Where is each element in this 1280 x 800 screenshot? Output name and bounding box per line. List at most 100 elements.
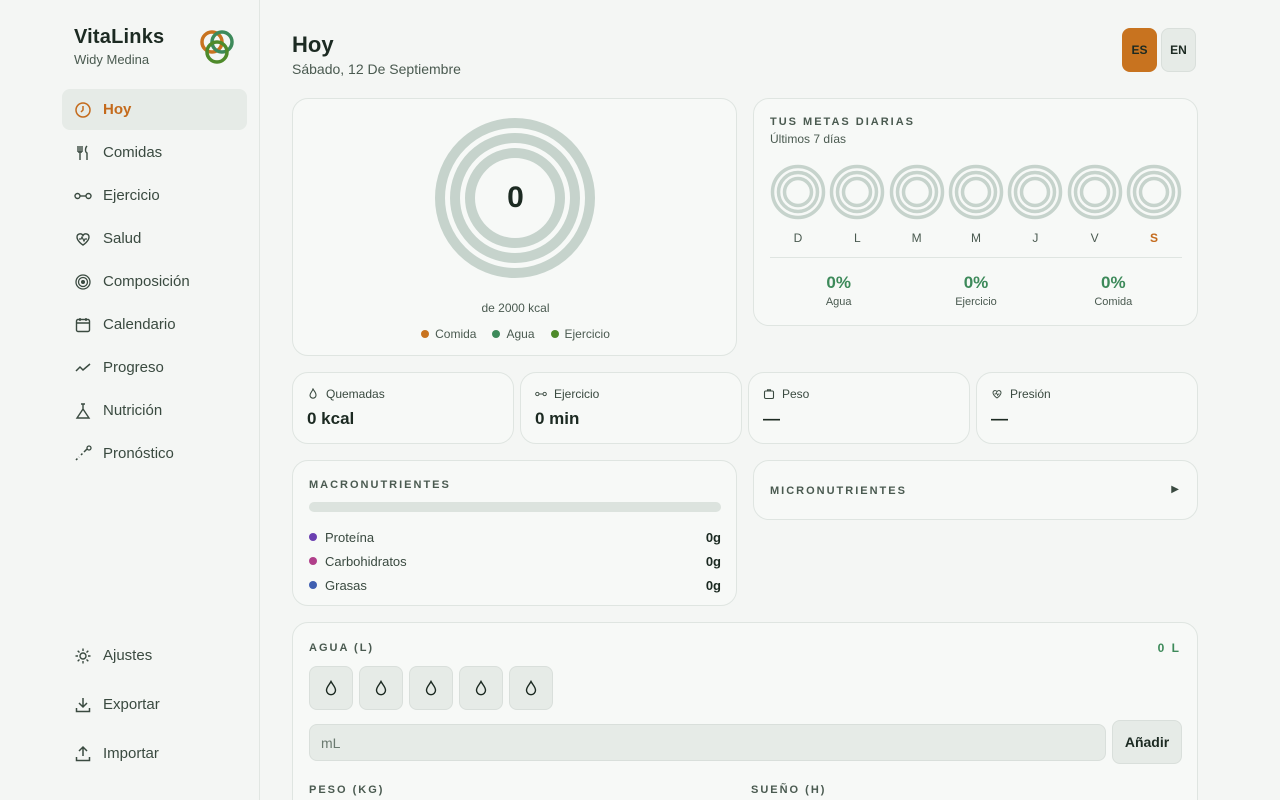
day-ring: J	[1007, 164, 1063, 245]
goal-stat: 0% Comida	[1045, 273, 1182, 308]
legend-item: Ejercicio	[550, 327, 610, 341]
water-cup-button[interactable]	[309, 666, 353, 710]
nav-item-label: Salud	[103, 230, 142, 247]
clock-icon	[74, 101, 92, 119]
day-rings-icon	[1067, 164, 1122, 220]
dumbbell-icon	[535, 388, 554, 400]
stat-value: —	[991, 409, 1008, 428]
goal-percent: 0%	[963, 273, 989, 292]
nav-item-composicion[interactable]: Composición	[62, 261, 247, 302]
nav-item-salud[interactable]: Salud	[62, 218, 247, 259]
flask-icon	[74, 402, 92, 420]
legend-label: Comida	[435, 327, 477, 341]
sidebar: VitaLinks Widy Medina Hoy Comidas Ejercici…	[0, 0, 260, 800]
daily-goals-card: Tus metas diarias Últimos 7 días D L M M J V S…	[753, 98, 1198, 326]
goal-percent: 0%	[826, 273, 851, 292]
legend-dot	[421, 330, 430, 338]
forecast-icon	[74, 444, 92, 463]
water-cup-button[interactable]	[509, 666, 553, 710]
stat-label-text: Presión	[1010, 387, 1051, 401]
micros-title: Micronutrientes	[770, 485, 907, 497]
goal-percent: 0%	[1101, 273, 1126, 292]
stat-label: Peso	[763, 387, 809, 401]
nav-item-label: Calendario	[103, 316, 176, 333]
water-cup-button[interactable]	[359, 666, 403, 710]
goal-stats: 0% Agua 0% Ejercicio 0% Comida	[770, 273, 1182, 308]
page-title: Hoy	[292, 32, 334, 57]
macro-label: Carbohidratos	[325, 553, 407, 569]
goal-label: Ejercicio	[955, 296, 997, 308]
nav-item-calendario[interactable]: Calendario	[62, 304, 247, 345]
water-cup-button[interactable]	[409, 666, 453, 710]
water-cup-button[interactable]	[459, 666, 503, 710]
target-icon	[74, 273, 92, 291]
stat-label-text: Quemadas	[326, 387, 385, 401]
goal-stat: 0% Agua	[770, 273, 907, 308]
legend-item: Comida	[421, 327, 476, 341]
stat-card: Peso —	[748, 372, 970, 444]
stat-card: Presión —	[976, 372, 1198, 444]
goal-label: Agua	[825, 296, 852, 308]
water-card: Agua (L) 0 L Añadir Peso (kg) Sueño (h)	[292, 622, 1198, 800]
legend-label: Agua	[506, 327, 535, 341]
logo-icon	[200, 30, 234, 64]
macro-value: 0g	[705, 553, 721, 569]
nav-item-progreso[interactable]: Progreso	[62, 347, 247, 388]
day-ring: M	[948, 164, 1004, 245]
macro-dot	[309, 533, 317, 541]
calorie-legend: Comida Agua Ejercicio	[293, 327, 738, 341]
main-nav: Hoy Comidas Ejercicio Salud Composición Calen…	[62, 89, 247, 476]
nav-item-nutricion[interactable]: Nutrición	[62, 390, 247, 431]
weight-title: Peso (kg)	[309, 784, 385, 796]
heart-icon	[991, 388, 1010, 400]
nav-bottom-item-importar[interactable]: Importar	[62, 732, 247, 775]
water-ml-input[interactable]	[309, 724, 1106, 761]
brand: VitaLinks Widy Medina	[74, 26, 164, 67]
utensils-icon	[74, 144, 92, 162]
macro-label: Grasas	[325, 577, 367, 593]
dumbbell-icon	[74, 187, 92, 205]
gear-icon	[74, 647, 92, 665]
nav-item-pronostico[interactable]: Pronóstico	[62, 433, 247, 474]
expand-arrow-icon: ▶	[1171, 484, 1179, 495]
nav-item-ejercicio[interactable]: Ejercicio	[62, 175, 247, 216]
nav-item-label: Pronóstico	[103, 445, 174, 462]
lang-en-button[interactable]: EN	[1161, 28, 1196, 72]
nav-item-label: Hoy	[103, 101, 132, 118]
micronutrients-toggle[interactable]: Micronutrientes ▶	[753, 460, 1198, 520]
water-cups	[309, 666, 553, 710]
calendar-icon	[74, 316, 92, 334]
legend-dot	[492, 330, 501, 338]
goals-title: Tus metas diarias	[770, 116, 916, 128]
day-label: S	[1149, 231, 1158, 245]
stat-value: —	[763, 409, 780, 428]
stat-card: Ejercicio 0 min	[520, 372, 742, 444]
day-label: M	[970, 231, 981, 245]
lang-es-button[interactable]: ES	[1122, 28, 1157, 72]
heart-icon	[74, 230, 92, 248]
nav-bottom-item-label: Importar	[103, 745, 159, 762]
download-icon	[74, 696, 92, 714]
nav-item-hoy[interactable]: Hoy	[62, 89, 247, 130]
nav-item-comidas[interactable]: Comidas	[62, 132, 247, 173]
sleep-title: Sueño (h)	[751, 784, 827, 796]
day-ring: L	[829, 164, 885, 245]
app-name: VitaLinks	[74, 26, 165, 48]
nav-bottom-item-label: Ajustes	[103, 647, 153, 664]
goal-stat: 0% Ejercicio	[907, 273, 1044, 308]
day-ring: V	[1067, 164, 1123, 245]
macro-dot	[309, 581, 317, 589]
nav-bottom-item-ajustes[interactable]: Ajustes	[62, 634, 247, 677]
day-ring: D	[770, 164, 826, 245]
goals-subtitle: Últimos 7 días	[770, 132, 847, 146]
page-date: Sábado, 12 De Septiembre	[292, 61, 461, 77]
stat-value: 0 kcal	[307, 409, 355, 428]
add-water-button[interactable]: Añadir	[1112, 720, 1182, 764]
nav-bottom-item-exportar[interactable]: Exportar	[62, 683, 247, 726]
macro-row: Proteína 0g	[309, 525, 721, 549]
day-rings-icon	[948, 164, 1004, 220]
stat-label: Presión	[991, 387, 1051, 401]
stat-label: Ejercicio	[535, 387, 599, 401]
calorie-card: 0 de 2000 kcal Comida Agua Ejercicio	[292, 98, 737, 356]
nav-item-label: Ejercicio	[103, 187, 160, 204]
